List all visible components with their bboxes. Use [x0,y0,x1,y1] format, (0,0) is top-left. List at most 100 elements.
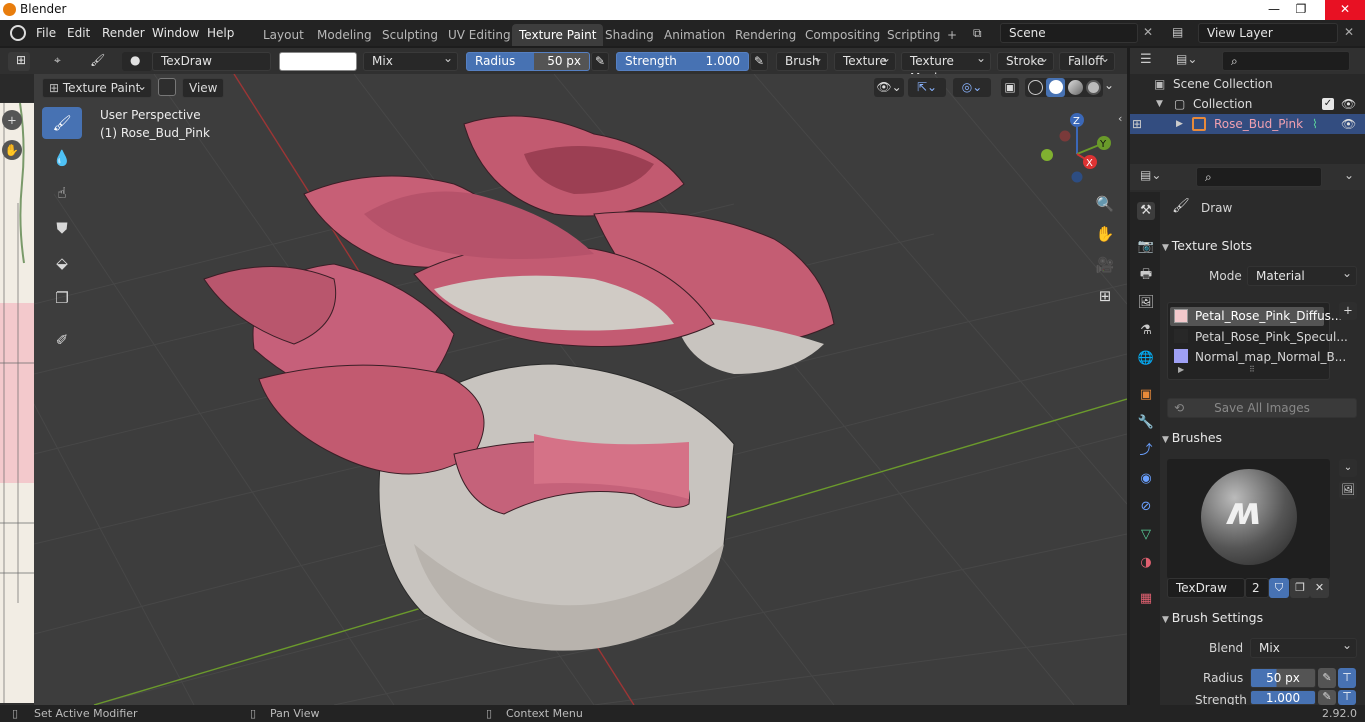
tab-scripting[interactable]: Scripting [880,24,947,46]
tab-texture-paint[interactable]: Texture Paint [512,24,604,46]
properties-scrollbar[interactable] [1357,200,1363,650]
properties-editor-icon[interactable]: ▤⌄ [1140,168,1161,182]
zoom-view-icon[interactable]: 🔍 [1094,193,1116,215]
wireframe-shading-icon[interactable] [1028,80,1043,95]
xray-toggle-icon[interactable]: ▣ [1001,78,1019,97]
brush-users-count[interactable]: 2 [1245,578,1269,598]
menu-render[interactable]: Render [102,26,145,40]
particles-tab-icon[interactable]: ⤴ [1137,442,1155,460]
texture-tab-icon[interactable]: ▦ [1137,590,1155,608]
texture-slots-header[interactable]: ▼ Texture Slots [1162,235,1365,257]
falloff-menu[interactable]: Falloff [1059,50,1115,71]
texture-menu[interactable]: Texture [834,50,896,71]
view-layer-icon[interactable]: ▤ [1172,25,1183,39]
smear-tool-icon[interactable]: ☝ [42,177,82,209]
scene-selector-icon[interactable]: ⧉ [973,26,995,42]
output-tab-icon[interactable]: 🖶 [1137,266,1155,284]
brush-settings-header[interactable]: ▼ Brush Settings [1162,607,1365,629]
tab-rendering[interactable]: Rendering [728,24,803,46]
navigation-gizmo[interactable]: Z Y X [1034,106,1124,188]
settings-radius-slider[interactable]: 50 px [1250,668,1316,688]
shading-options-icon[interactable]: ⌄ [1104,78,1118,97]
outliner-row-collection[interactable]: ▼ ▢ Collection ✓ 👁 [1130,94,1365,114]
texture-mask-menu[interactable]: Texture Mask [901,50,991,85]
paint-mask-toggle-icon[interactable] [158,78,176,96]
scene-name-field[interactable]: Scene [1000,23,1138,43]
strength-slider[interactable]: Strength 1.000 [616,52,749,71]
blender-menu-icon[interactable] [10,25,26,41]
unlink-brush-icon[interactable]: ✕ [1310,578,1329,598]
scene-tab-icon[interactable]: ⚗ [1137,322,1155,340]
outliner-editor-icon[interactable]: ☰ [1140,52,1152,67]
object-expand-icon[interactable]: ▶ [1176,114,1183,134]
outliner-row-object[interactable]: ⊞ ▶ Rose_Bud_Pink ⌇ 👁 [1130,114,1365,134]
menu-file[interactable]: File [36,26,56,40]
tab-shading[interactable]: Shading [598,24,661,46]
texture-slot-normal[interactable]: Normal_map_Normal_B... [1195,350,1346,364]
modifier-icon[interactable]: ⌇ [1312,114,1318,134]
brush-icon[interactable]: 🖌 [82,52,108,71]
menu-edit[interactable]: Edit [67,26,90,40]
annotate-tool-icon[interactable]: ✐ [42,324,82,356]
minimize-button[interactable]: — [1261,0,1287,20]
tab-animation[interactable]: Animation [657,24,732,46]
perspective-toggle-icon[interactable]: ⊞ [1094,285,1116,307]
radius-pressure-icon[interactable]: ✎ [591,52,609,71]
collection-visibility-icon[interactable]: 👁 [1341,94,1356,114]
fill-tool-icon[interactable]: ⬙ [42,247,82,279]
tab-layout[interactable]: Layout [256,24,311,46]
maximize-button[interactable]: ❐ [1288,0,1314,20]
tab-sculpting[interactable]: Sculpting [375,24,445,46]
world-tab-icon[interactable]: 🌐 [1137,350,1155,368]
add-texture-slot-button[interactable]: + [1339,302,1357,320]
rendered-shading-icon[interactable] [1086,80,1101,95]
tool-options-icon[interactable]: ⌖ [46,52,76,71]
collection-checkbox[interactable]: ✓ [1322,98,1334,110]
visibility-icon[interactable]: 👁⌄ [874,78,904,97]
object-tab-icon[interactable]: ▣ [1137,386,1155,404]
tab-uv-editing[interactable]: UV Editing [441,24,518,46]
strength-pressure-icon[interactable]: ✎ [750,52,768,71]
pan-icon[interactable]: ✋ [2,140,22,160]
texture-slot-specular[interactable]: Petal_Rose_Pink_Specul... [1195,330,1348,344]
draw-tool-icon[interactable]: 🖌 [42,107,82,139]
brush-image-icon[interactable]: 🖼 [1339,481,1357,499]
close-button[interactable]: ✕ [1325,0,1365,20]
properties-options-icon[interactable]: ⌄ [1344,168,1354,182]
zoom-icon[interactable]: + [2,110,22,130]
view-menu[interactable]: View [182,78,225,98]
render-tab-icon[interactable]: 📷 [1137,238,1155,256]
remove-view-layer-icon[interactable]: ✕ [1344,25,1354,39]
settings-strength-pressure-icon[interactable]: ✎ [1318,690,1336,705]
radius-slider[interactable]: Radius 50 px [466,52,590,71]
brush-color-swatch[interactable] [279,52,357,71]
material-shading-icon[interactable] [1068,80,1083,95]
clone-tool-icon[interactable]: ⛊ [42,212,82,244]
outliner-search-input[interactable]: ⌕ [1222,51,1350,71]
list-expand-icon[interactable]: ▶ [1178,365,1184,374]
object-visibility-icon[interactable]: 👁 [1341,114,1356,134]
sidebar-toggle-icon[interactable]: ‹ [1118,112,1122,125]
settings-strength-unit-icon[interactable]: ⊤ [1338,690,1356,705]
brush-list-dropdown[interactable]: ⌄ [1339,459,1357,477]
menu-help[interactable]: Help [207,26,234,40]
3d-viewport[interactable]: User Perspective (1) Rose_Bud_Pink Z Y X [34,74,1127,705]
settings-strength-slider[interactable]: 1.000 [1250,690,1316,705]
stroke-menu[interactable]: Stroke [997,50,1054,71]
tab-compositing[interactable]: Compositing [798,24,887,46]
brush-name-input[interactable]: TexDraw [1167,578,1245,598]
save-all-images-button[interactable]: ⟲ Save All Images [1167,398,1357,418]
texture-mode-dropdown[interactable]: Material [1247,264,1357,286]
list-resize-handle[interactable]: ⠿ [1249,365,1255,374]
blend-dropdown[interactable]: Mix [1250,636,1357,658]
outliner-row-scene-collection[interactable]: ▣ Scene Collection [1130,74,1365,94]
properties-search-input[interactable]: ⌕ [1196,167,1322,187]
editor-type-icon[interactable]: ⊞ [8,52,30,71]
brush-menu[interactable]: Brush [776,50,828,71]
duplicate-brush-icon[interactable]: ❐ [1290,578,1310,598]
data-tab-icon[interactable]: ▽ [1137,526,1155,544]
brushes-header[interactable]: ▼ Brushes [1162,427,1365,449]
pan-view-icon[interactable]: ✋ [1094,223,1116,245]
solid-shading-icon[interactable] [1046,78,1065,97]
collection-expand-icon[interactable]: ▼ [1156,94,1163,114]
